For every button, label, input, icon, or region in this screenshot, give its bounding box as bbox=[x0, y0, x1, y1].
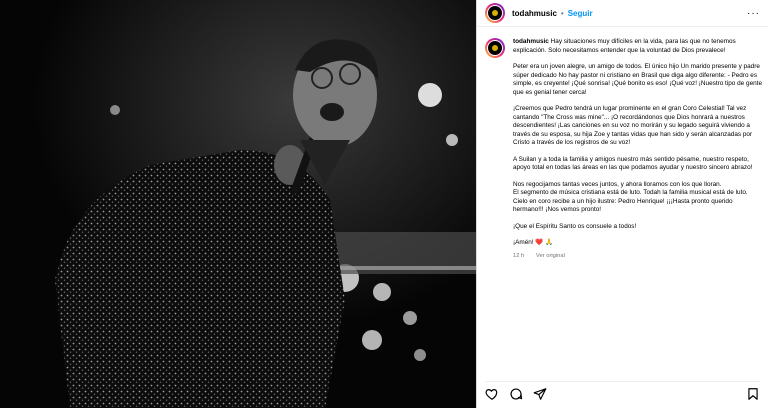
caption-paragraph-3: ¡Creemos que Pedro tendrá un lugar promi… bbox=[513, 105, 753, 146]
caption-closing: ¡Amén! bbox=[513, 239, 534, 246]
caption-username[interactable]: todahmusic bbox=[513, 38, 549, 45]
caption-avatar[interactable] bbox=[485, 38, 505, 58]
comment-icon[interactable] bbox=[509, 387, 523, 401]
post-photo[interactable] bbox=[0, 0, 476, 408]
caption-paragraph-4: A Suilan y a toda la familia y amigos nu… bbox=[513, 155, 753, 172]
post-sidebar: todahmusic • Seguir ··· todahmusic Hay s… bbox=[476, 0, 768, 408]
post-window: todahmusic • Seguir ··· todahmusic Hay s… bbox=[0, 0, 768, 408]
author-username[interactable]: todahmusic bbox=[512, 9, 557, 18]
follow-button[interactable]: Seguir bbox=[568, 9, 593, 18]
caption-paragraph-6: ¡Que el Espíritu Santo os consuele a tod… bbox=[513, 222, 637, 230]
bookmark-icon[interactable] bbox=[746, 387, 760, 401]
caption-meta: 12 h Ver original bbox=[513, 252, 762, 261]
separator-dot: • bbox=[560, 8, 564, 18]
share-icon[interactable] bbox=[533, 387, 547, 401]
caption-paragraph-5: Nos regocijamos tantas veces juntos, y a… bbox=[513, 180, 748, 214]
heart-emoji: ❤️ 🙏 bbox=[535, 239, 554, 246]
avatar[interactable] bbox=[485, 3, 505, 23]
post-header: todahmusic • Seguir ··· bbox=[477, 0, 768, 27]
caption: todahmusic Hay situaciones muy difíciles… bbox=[513, 38, 762, 260]
see-original-button[interactable]: Ver original bbox=[536, 253, 565, 259]
action-bar bbox=[485, 381, 760, 402]
post-time: 12 h bbox=[513, 252, 525, 259]
caption-paragraph-2: Peter era un joven alegre, un amigo de t… bbox=[513, 63, 762, 96]
more-icon[interactable]: ··· bbox=[747, 8, 760, 19]
heart-icon[interactable] bbox=[485, 387, 499, 401]
singer-photo bbox=[0, 0, 476, 408]
comments-area[interactable]: todahmusic Hay situaciones muy difíciles… bbox=[485, 34, 762, 378]
